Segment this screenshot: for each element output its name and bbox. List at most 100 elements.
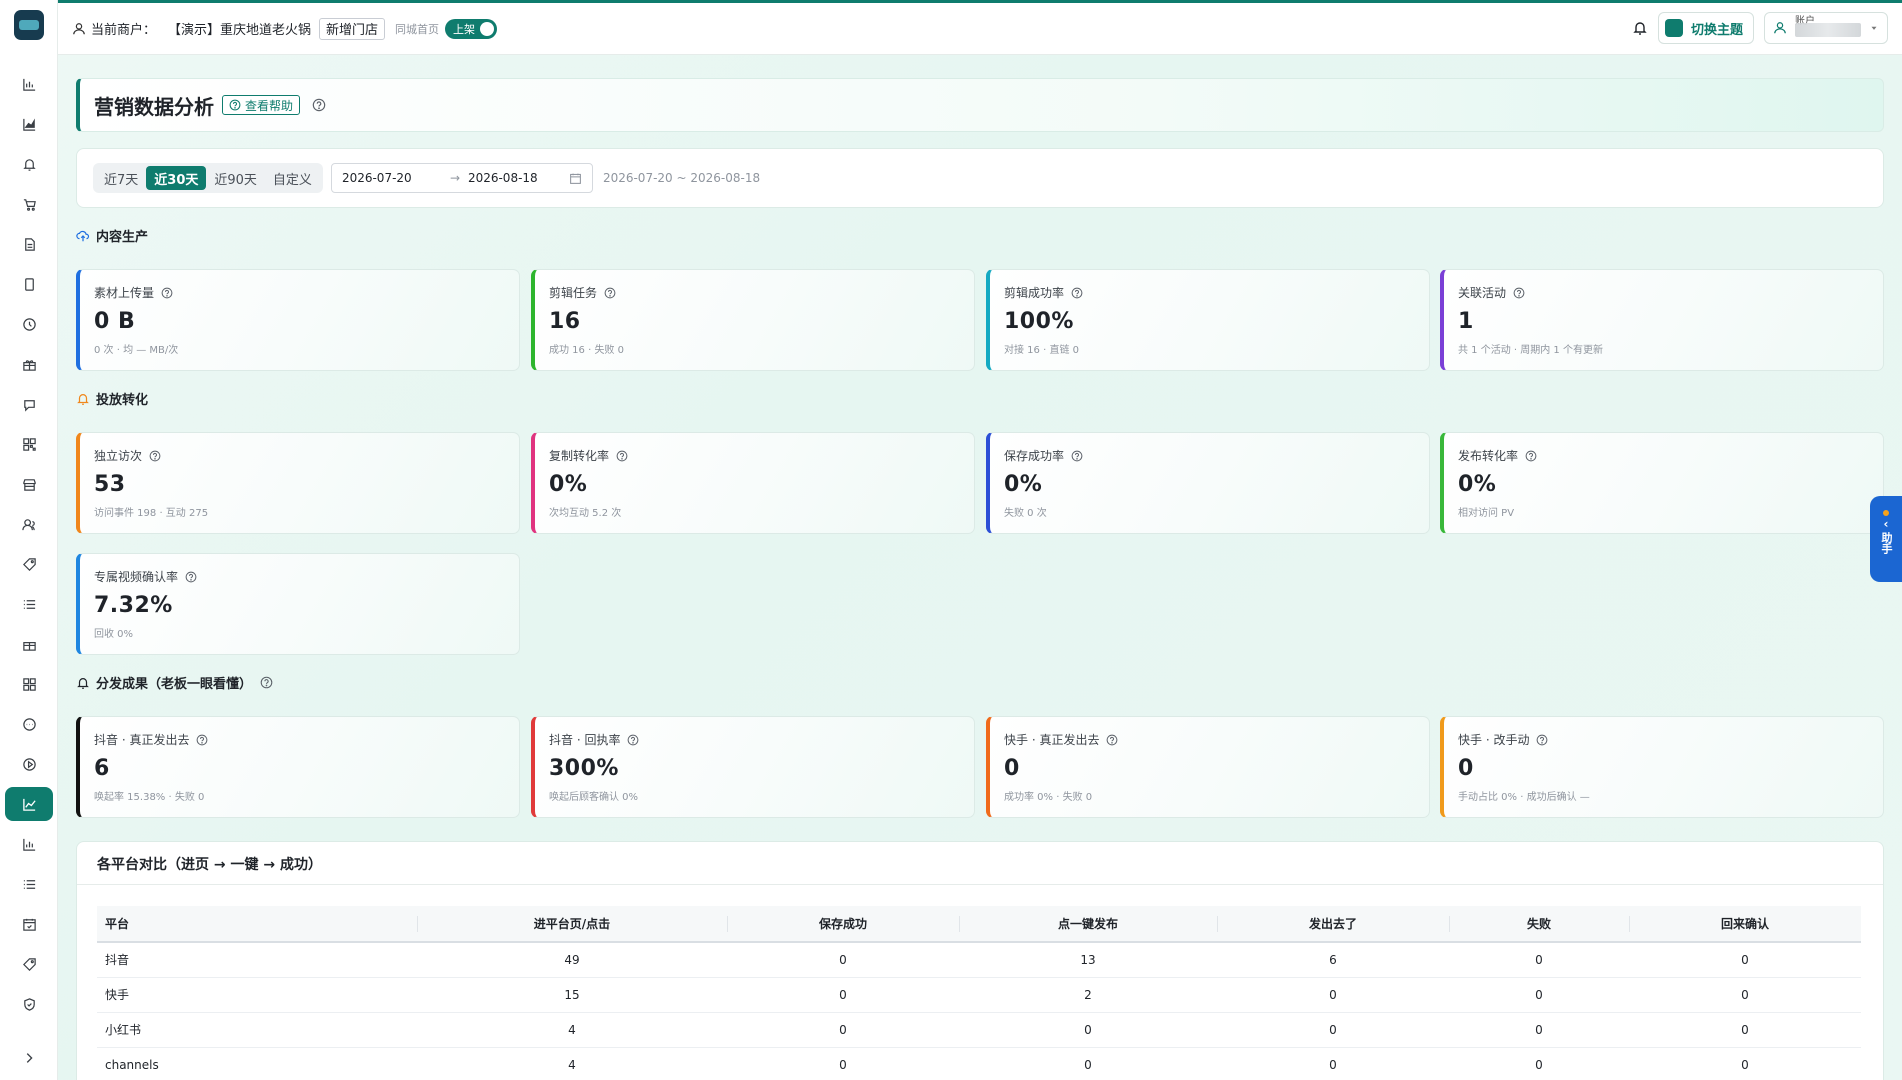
question-icon[interactable] (196, 734, 208, 746)
kpi-value: 0% (1458, 472, 1497, 497)
question-icon[interactable] (149, 450, 161, 462)
sidebar-item-security[interactable] (0, 984, 58, 1024)
column-header[interactable]: 点一键发布 (959, 906, 1217, 943)
table-cell: 快手 (97, 977, 417, 1013)
bell-icon (77, 677, 89, 689)
user-icon (1774, 22, 1786, 34)
sidebar-item-document[interactable] (0, 224, 58, 264)
sidebar-nav (0, 64, 58, 1024)
sidebar-item-area-chart[interactable] (0, 104, 58, 144)
bell-icon (22, 158, 36, 171)
question-icon[interactable] (260, 676, 273, 689)
kpi-subtext: 成功率 0% · 失败 0 (1004, 792, 1093, 803)
line-chart-icon (22, 798, 36, 811)
period-7d[interactable]: 近7天 (96, 166, 146, 190)
sidebar-item-mobile[interactable] (0, 264, 58, 304)
sidebar-item-tags[interactable] (0, 544, 58, 584)
listing-toggle[interactable]: 上架 (445, 18, 498, 39)
question-icon[interactable] (627, 734, 639, 746)
sidebar-item-gift[interactable] (0, 344, 58, 384)
table-cell: 0 (1629, 942, 1861, 978)
table-cell: 0 (1217, 1047, 1449, 1080)
date-range-picker[interactable]: 2026-07-20 → 2026-08-18 (330, 163, 593, 193)
question-icon[interactable] (312, 98, 326, 112)
kpi-subtext: 回收 0% (94, 629, 134, 640)
city-home-label: 同城首页 (395, 22, 440, 36)
kpi-subtext: 共 1 个活动 · 周期内 1 个有更新 (1458, 345, 1603, 356)
start-date[interactable]: 2026-07-20 (342, 171, 412, 185)
sidebar (0, 0, 58, 1080)
sidebar-item-messages[interactable] (0, 384, 58, 424)
sidebar-item-apps[interactable] (0, 664, 58, 704)
sidebar-item-cart[interactable] (0, 184, 58, 224)
sidebar-item-video[interactable] (0, 744, 58, 784)
question-icon[interactable] (1071, 287, 1083, 299)
merchant-name[interactable]: 【演示】重庆地道老火锅 (168, 19, 311, 38)
sidebar-item-marketing-analytics[interactable] (0, 784, 58, 824)
sidebar-item-reports[interactable] (0, 824, 58, 864)
assistant-label: 助手 (1880, 532, 1893, 554)
period-90d[interactable]: 近90天 (206, 166, 265, 190)
question-icon[interactable] (185, 571, 197, 583)
question-icon[interactable] (1536, 734, 1548, 746)
sidebar-item-comments[interactable] (0, 704, 58, 744)
toggle-knob (480, 21, 495, 36)
assistant-floating-button[interactable]: ‹ 助手 (1870, 496, 1902, 582)
question-icon[interactable] (161, 287, 173, 299)
sidebar-item-gift-2[interactable] (0, 624, 58, 664)
section-title-delivery-label: 投放转化 (96, 393, 149, 408)
kpi-card: 发布转化率 0% 相对访问 PV (1440, 432, 1884, 534)
column-header[interactable]: 失败 (1449, 906, 1629, 943)
add-store-button[interactable]: 新增门店 (319, 17, 386, 40)
question-icon[interactable] (1106, 734, 1118, 746)
kpi-label: 剪辑成功率 (1004, 286, 1065, 300)
question-icon[interactable] (1525, 450, 1537, 462)
sidebar-item-customers[interactable] (0, 504, 58, 544)
column-header[interactable]: 进平台页/点击 (417, 906, 727, 943)
bell-icon[interactable] (1632, 20, 1648, 36)
merchant-label: 当前商户： (91, 23, 157, 38)
bell-icon (77, 393, 89, 405)
user-icon (73, 22, 85, 34)
column-header[interactable]: 回来确认 (1629, 906, 1861, 943)
bar-chart-icon (22, 78, 35, 91)
period-30d[interactable]: 近30天 (146, 166, 207, 190)
question-icon[interactable] (604, 287, 616, 299)
table-row: channels 4 0 0 0 0 0 (97, 1047, 1861, 1080)
question-icon[interactable] (1513, 287, 1525, 299)
sidebar-item-qrcode[interactable] (0, 424, 58, 464)
kpi-value: 53 (94, 472, 126, 497)
period-custom[interactable]: 自定义 (265, 166, 320, 190)
sidebar-item-history[interactable] (0, 304, 58, 344)
sidebar-item-store[interactable] (0, 464, 58, 504)
kpi-card: 抖音 · 真正发出去 6 唤起率 15.38% · 失败 0 (76, 716, 520, 818)
table-cell: 0 (727, 977, 959, 1013)
table-cell: 0 (1449, 977, 1629, 1013)
switch-theme-button[interactable]: 切换主题 (1657, 12, 1754, 44)
switch-theme-label: 切换主题 (1690, 22, 1743, 38)
column-header[interactable]: 平台 (97, 906, 417, 943)
kpi-subtext: 失败 0 次 (1004, 508, 1047, 519)
kpi-subtext: 成功 16 · 失败 0 (549, 345, 624, 356)
table-cell: 0 (1449, 942, 1629, 978)
sidebar-item-list[interactable] (0, 584, 58, 624)
sidebar-expand-toggle[interactable] (0, 1040, 58, 1076)
table-cell: 0 (727, 1047, 959, 1080)
view-help-button[interactable]: 查看帮助 (222, 95, 301, 115)
question-icon[interactable] (616, 450, 628, 462)
shield-icon (23, 997, 35, 1011)
calendar-icon (22, 918, 36, 931)
sidebar-item-orders[interactable] (0, 864, 58, 904)
sidebar-item-bar-chart[interactable] (0, 64, 58, 104)
question-icon[interactable] (1071, 450, 1083, 462)
end-date[interactable]: 2026-08-18 (468, 171, 538, 185)
sidebar-item-calendar[interactable] (0, 904, 58, 944)
column-header[interactable]: 保存成功 (727, 906, 959, 943)
chevron-down-icon (1871, 26, 1877, 30)
app-logo[interactable] (14, 10, 44, 40)
date-filter-bar: 近7天 近30天 近90天 自定义 2026-07-20 → 2026-08-1… (76, 148, 1884, 208)
sidebar-item-notifications[interactable] (0, 144, 58, 184)
user-menu[interactable]: 账户 (1764, 12, 1888, 44)
column-header[interactable]: 发出去了 (1217, 906, 1449, 943)
sidebar-item-coupons[interactable] (0, 944, 58, 984)
